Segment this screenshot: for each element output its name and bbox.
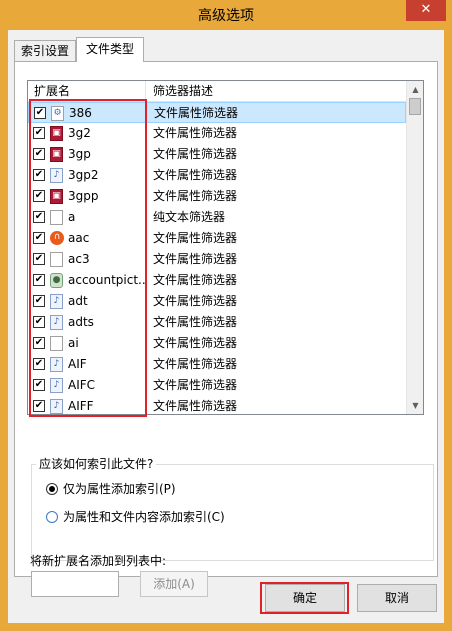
close-button[interactable]: ✕	[406, 0, 446, 21]
filter-description: 文件属性筛选器	[153, 189, 238, 203]
filter-description: 文件属性筛选器	[153, 336, 238, 350]
filter-description: 文件属性筛选器	[153, 231, 238, 245]
highlight-annotation-extension-list	[29, 99, 147, 417]
title-bar: 高级选项 ✕	[0, 0, 452, 30]
radio-label-properties-only: 仅为属性添加索引(P)	[63, 482, 176, 496]
filter-description: 文件属性筛选器	[153, 378, 238, 392]
radio-index-properties-and-contents[interactable]: 为属性和文件内容添加索引(C)	[46, 509, 286, 525]
index-method-group: 应该如何索引此文件? 仅为属性添加索引(P) 为属性和文件内容添加索引(C)	[31, 457, 434, 561]
add-extension-button[interactable]: 添加(A)	[140, 571, 208, 597]
filter-description: 文件属性筛选器	[153, 315, 238, 329]
scroll-down-arrow-icon[interactable]: ▼	[407, 397, 423, 414]
filter-description: 文件属性筛选器	[154, 106, 239, 120]
radio-label-properties-and-contents: 为属性和文件内容添加索引(C)	[63, 510, 225, 524]
filter-description: 文件属性筛选器	[153, 294, 238, 308]
vertical-scrollbar[interactable]: ▲ ▼	[406, 81, 423, 414]
tab-index-settings[interactable]: 索引设置	[14, 40, 76, 62]
tab-file-types[interactable]: 文件类型	[76, 37, 144, 62]
filter-description: 文件属性筛选器	[153, 147, 238, 161]
filter-description: 文件属性筛选器	[153, 273, 238, 287]
new-extension-input[interactable]	[31, 571, 119, 597]
filter-description: 纯文本筛选器	[153, 210, 226, 224]
scrollbar-thumb[interactable]	[409, 98, 421, 115]
window-title: 高级选项	[198, 8, 254, 24]
column-header-filter-description[interactable]: 筛选器描述	[146, 81, 406, 101]
radio-index-properties-only[interactable]: 仅为属性添加索引(P)	[46, 481, 246, 497]
filter-description: 文件属性筛选器	[153, 126, 238, 140]
filter-description: 文件属性筛选器	[153, 399, 238, 413]
radio-button-unselected[interactable]	[46, 511, 58, 523]
filter-description: 文件属性筛选器	[153, 357, 238, 371]
radio-button-selected[interactable]	[46, 483, 58, 495]
highlight-annotation-ok-button	[260, 582, 349, 614]
index-method-legend: 应该如何索引此文件?	[36, 457, 157, 471]
filter-description: 文件属性筛选器	[153, 168, 238, 182]
scroll-up-arrow-icon[interactable]: ▲	[407, 81, 423, 98]
column-header-extension[interactable]: 扩展名	[28, 81, 146, 101]
filter-description: 文件属性筛选器	[153, 252, 238, 266]
cancel-button[interactable]: 取消	[357, 584, 437, 612]
add-extension-label: 将新扩展名添加到列表中:	[30, 554, 167, 568]
close-icon: ✕	[420, 2, 432, 17]
